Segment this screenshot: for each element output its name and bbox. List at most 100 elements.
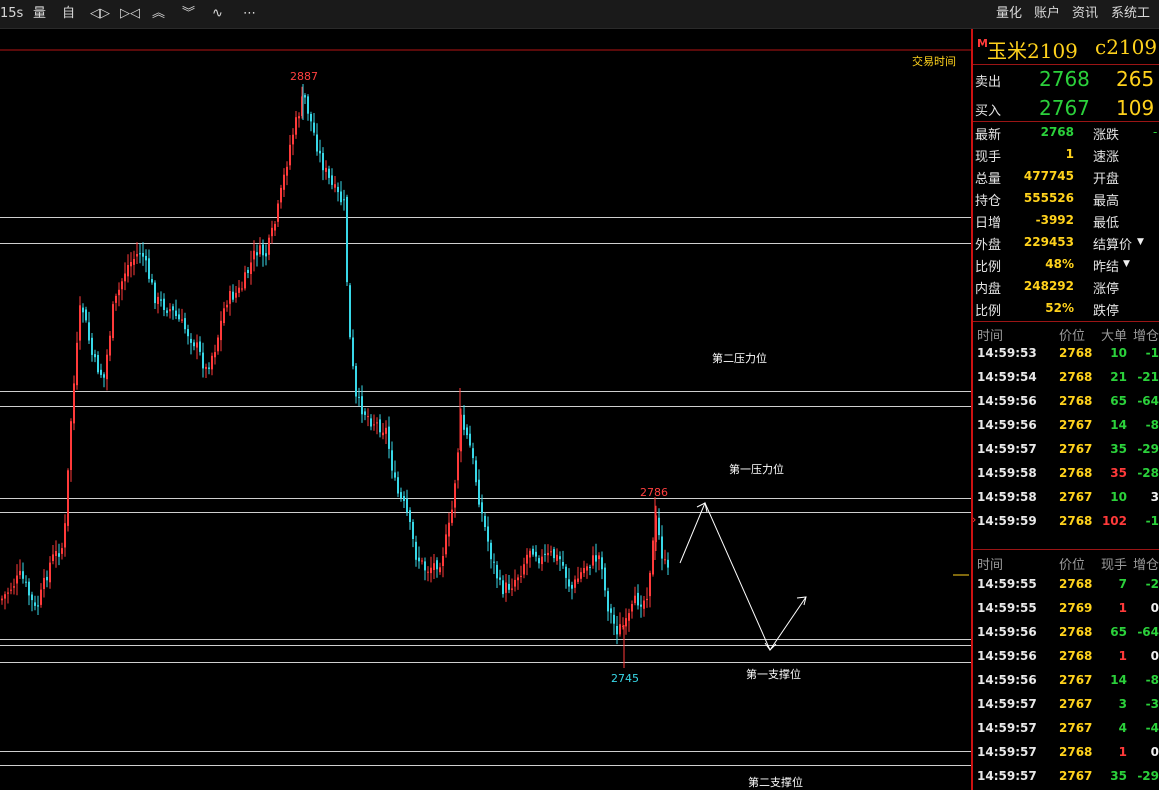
custom-button[interactable]: 自 (62, 0, 75, 28)
table-row-position-change: 0 (1150, 649, 1159, 663)
candle-body (508, 583, 510, 590)
candle-body (322, 153, 324, 171)
candle-body (586, 566, 588, 571)
bid-price[interactable]: 2767 (1039, 96, 1090, 120)
candle-body (142, 253, 144, 257)
period-15s-button[interactable]: 15s (0, 0, 23, 28)
candle-body (82, 307, 84, 313)
shrink-icon[interactable]: ▷◁ (120, 0, 140, 28)
volume-button[interactable]: 量 (33, 0, 46, 28)
stat-value: 52% (1045, 301, 1074, 315)
candle-body (16, 575, 18, 584)
candle-body (412, 522, 414, 539)
chevron-up-icon[interactable]: ︽ (152, 0, 165, 28)
candle-body (268, 237, 270, 255)
candle-body (556, 554, 558, 561)
table-row-position-change: -21 (1137, 370, 1159, 384)
table-row-position-change: 0 (1150, 601, 1159, 615)
candle-body (187, 329, 189, 337)
candle-body (409, 510, 411, 522)
resistance-2-label: 第二压力位 (712, 351, 767, 365)
stat-value: 248292 (1023, 279, 1074, 293)
candle-body (592, 555, 594, 566)
candle-body (262, 244, 264, 256)
candle-body (490, 542, 492, 560)
candle-body (628, 613, 630, 621)
stat-label-right: 最低 (1093, 216, 1120, 231)
candle-body (478, 479, 480, 505)
menu-quant[interactable]: 量化 (996, 0, 1022, 28)
chevron-down-icon[interactable]: ︾ (182, 0, 195, 28)
menu-news[interactable]: 资讯 (1072, 0, 1098, 28)
header-position-change[interactable]: 增仓 (1133, 554, 1159, 573)
candle-body (163, 298, 165, 310)
menu-system-tools[interactable]: 系统工具 (1111, 0, 1159, 49)
candle-body (127, 265, 129, 277)
table-row-position-change: -64 (1137, 625, 1159, 639)
header-price[interactable]: 价位 (1059, 554, 1085, 573)
candle-body (169, 309, 171, 312)
candle-body (493, 561, 495, 563)
candle-body (421, 560, 423, 562)
candle-body (607, 591, 609, 612)
table-row-price: 2769 (1059, 601, 1093, 615)
more-icon[interactable]: ⋯ (243, 0, 256, 28)
candle-body (358, 396, 360, 398)
indicator-icon[interactable]: ∿ (212, 0, 223, 28)
candle-body (31, 594, 33, 601)
header-price[interactable]: 价位 (1059, 325, 1085, 344)
table-row-price: 2768 (1059, 577, 1093, 591)
candle-body (577, 578, 579, 582)
ask-volume: 265 (1116, 67, 1155, 91)
chevron-down-icon[interactable]: ▼ (1137, 237, 1144, 247)
chevron-down-icon[interactable]: ▼ (1123, 259, 1130, 269)
expand-icon[interactable]: ◁▷ (90, 0, 110, 28)
kline-chart[interactable]: 交易时间 2887 2786 2745 第二压力位 第一压力位 第一支撑位 第二… (0, 29, 971, 790)
table-row-volume: 10 (1110, 346, 1127, 360)
table-row-volume: 14 (1110, 673, 1127, 687)
candle-body (235, 292, 237, 298)
ask-price[interactable]: 2768 (1039, 67, 1090, 91)
candle-body (406, 498, 408, 513)
candle-body (280, 187, 282, 203)
table-row-price: 2768 (1059, 394, 1093, 408)
table-row-time: 14:59:56 (977, 649, 1037, 663)
table-row-price: 2767 (1059, 490, 1093, 504)
candle-body (133, 259, 135, 265)
candle-body (454, 483, 456, 508)
candle-body (529, 550, 531, 558)
candle-body (7, 592, 9, 594)
table-row-volume: 65 (1110, 625, 1127, 639)
candle-body (565, 566, 567, 578)
candle-body (181, 319, 183, 321)
candle-body (292, 134, 294, 145)
table-row-position-change: -29 (1137, 442, 1159, 456)
candle-body (349, 285, 351, 338)
menu-account[interactable]: 账户 (1034, 0, 1060, 28)
candle-body (550, 551, 552, 553)
table-row-position-change: -2 (1145, 577, 1159, 591)
candle-body (583, 568, 585, 574)
candle-body (619, 624, 621, 635)
candle-body (88, 322, 90, 341)
table-row-time: 14:59:57 (977, 721, 1037, 735)
candle-body (430, 567, 432, 574)
header-volume[interactable]: 现手 (1101, 554, 1127, 573)
candle-body (451, 509, 453, 523)
candle-body (502, 580, 504, 595)
header-position-change[interactable]: 增仓 (1133, 325, 1159, 344)
candle-body (463, 414, 465, 430)
candle-body (667, 559, 669, 568)
candle-body (424, 561, 426, 571)
candle-body (25, 581, 27, 583)
candle-body (541, 556, 543, 565)
header-volume[interactable]: 大单 (1101, 325, 1127, 344)
header-time[interactable]: 时间 (977, 325, 1003, 344)
table-row-price: 2767 (1059, 697, 1093, 711)
header-time[interactable]: 时间 (977, 554, 1003, 573)
candle-body (520, 575, 522, 577)
table-row-price: 2768 (1059, 514, 1093, 528)
candle-body (427, 571, 429, 573)
stat-label: 比例 (975, 304, 1002, 319)
candle-body (64, 523, 66, 548)
